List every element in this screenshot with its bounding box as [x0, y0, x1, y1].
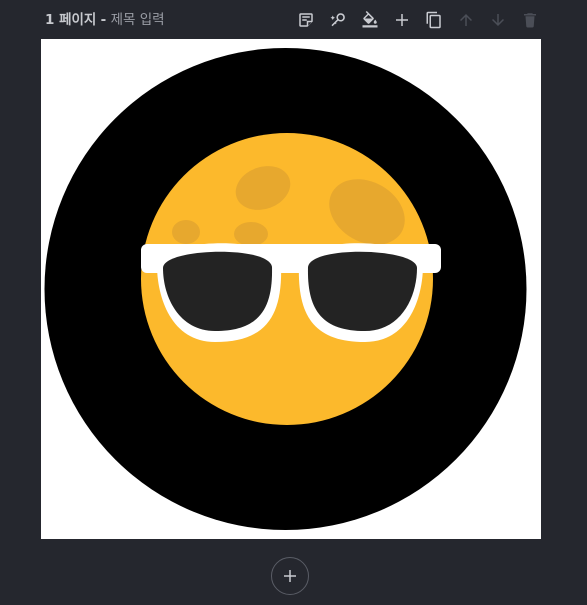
- move-page-up-button[interactable]: [454, 8, 478, 32]
- plus-icon: [284, 570, 296, 582]
- delete-page-button[interactable]: [518, 8, 542, 32]
- plus-icon: [396, 14, 408, 26]
- move-page-down-button[interactable]: [486, 8, 510, 32]
- notes-icon: [299, 13, 313, 27]
- magic-resize-button[interactable]: [326, 8, 350, 32]
- add-element-button[interactable]: [390, 8, 414, 32]
- page-notes-button[interactable]: [294, 8, 318, 32]
- page-toolbar: [286, 8, 542, 32]
- design-canvas[interactable]: [41, 39, 541, 539]
- magic-wand-icon: [330, 13, 345, 27]
- title-separator: -: [100, 12, 107, 28]
- paint-bucket-icon: [362, 11, 378, 28]
- arrow-down-icon: [492, 14, 504, 26]
- trash-icon: [524, 13, 536, 28]
- page-title-placeholder[interactable]: 제목 입력: [111, 12, 165, 28]
- page-title[interactable]: 1 페이지 - 제목 입력: [45, 11, 165, 29]
- duplicate-icon: [426, 11, 441, 29]
- arrow-up-icon: [460, 14, 472, 26]
- moon-with-sunglasses-icon: [44, 48, 527, 530]
- background-color-button[interactable]: [358, 8, 382, 32]
- page-header: 1 페이지 - 제목 입력: [0, 0, 587, 40]
- add-page-button[interactable]: [271, 557, 309, 595]
- page-number-label: 1 페이지: [45, 12, 97, 28]
- duplicate-page-button[interactable]: [422, 8, 446, 32]
